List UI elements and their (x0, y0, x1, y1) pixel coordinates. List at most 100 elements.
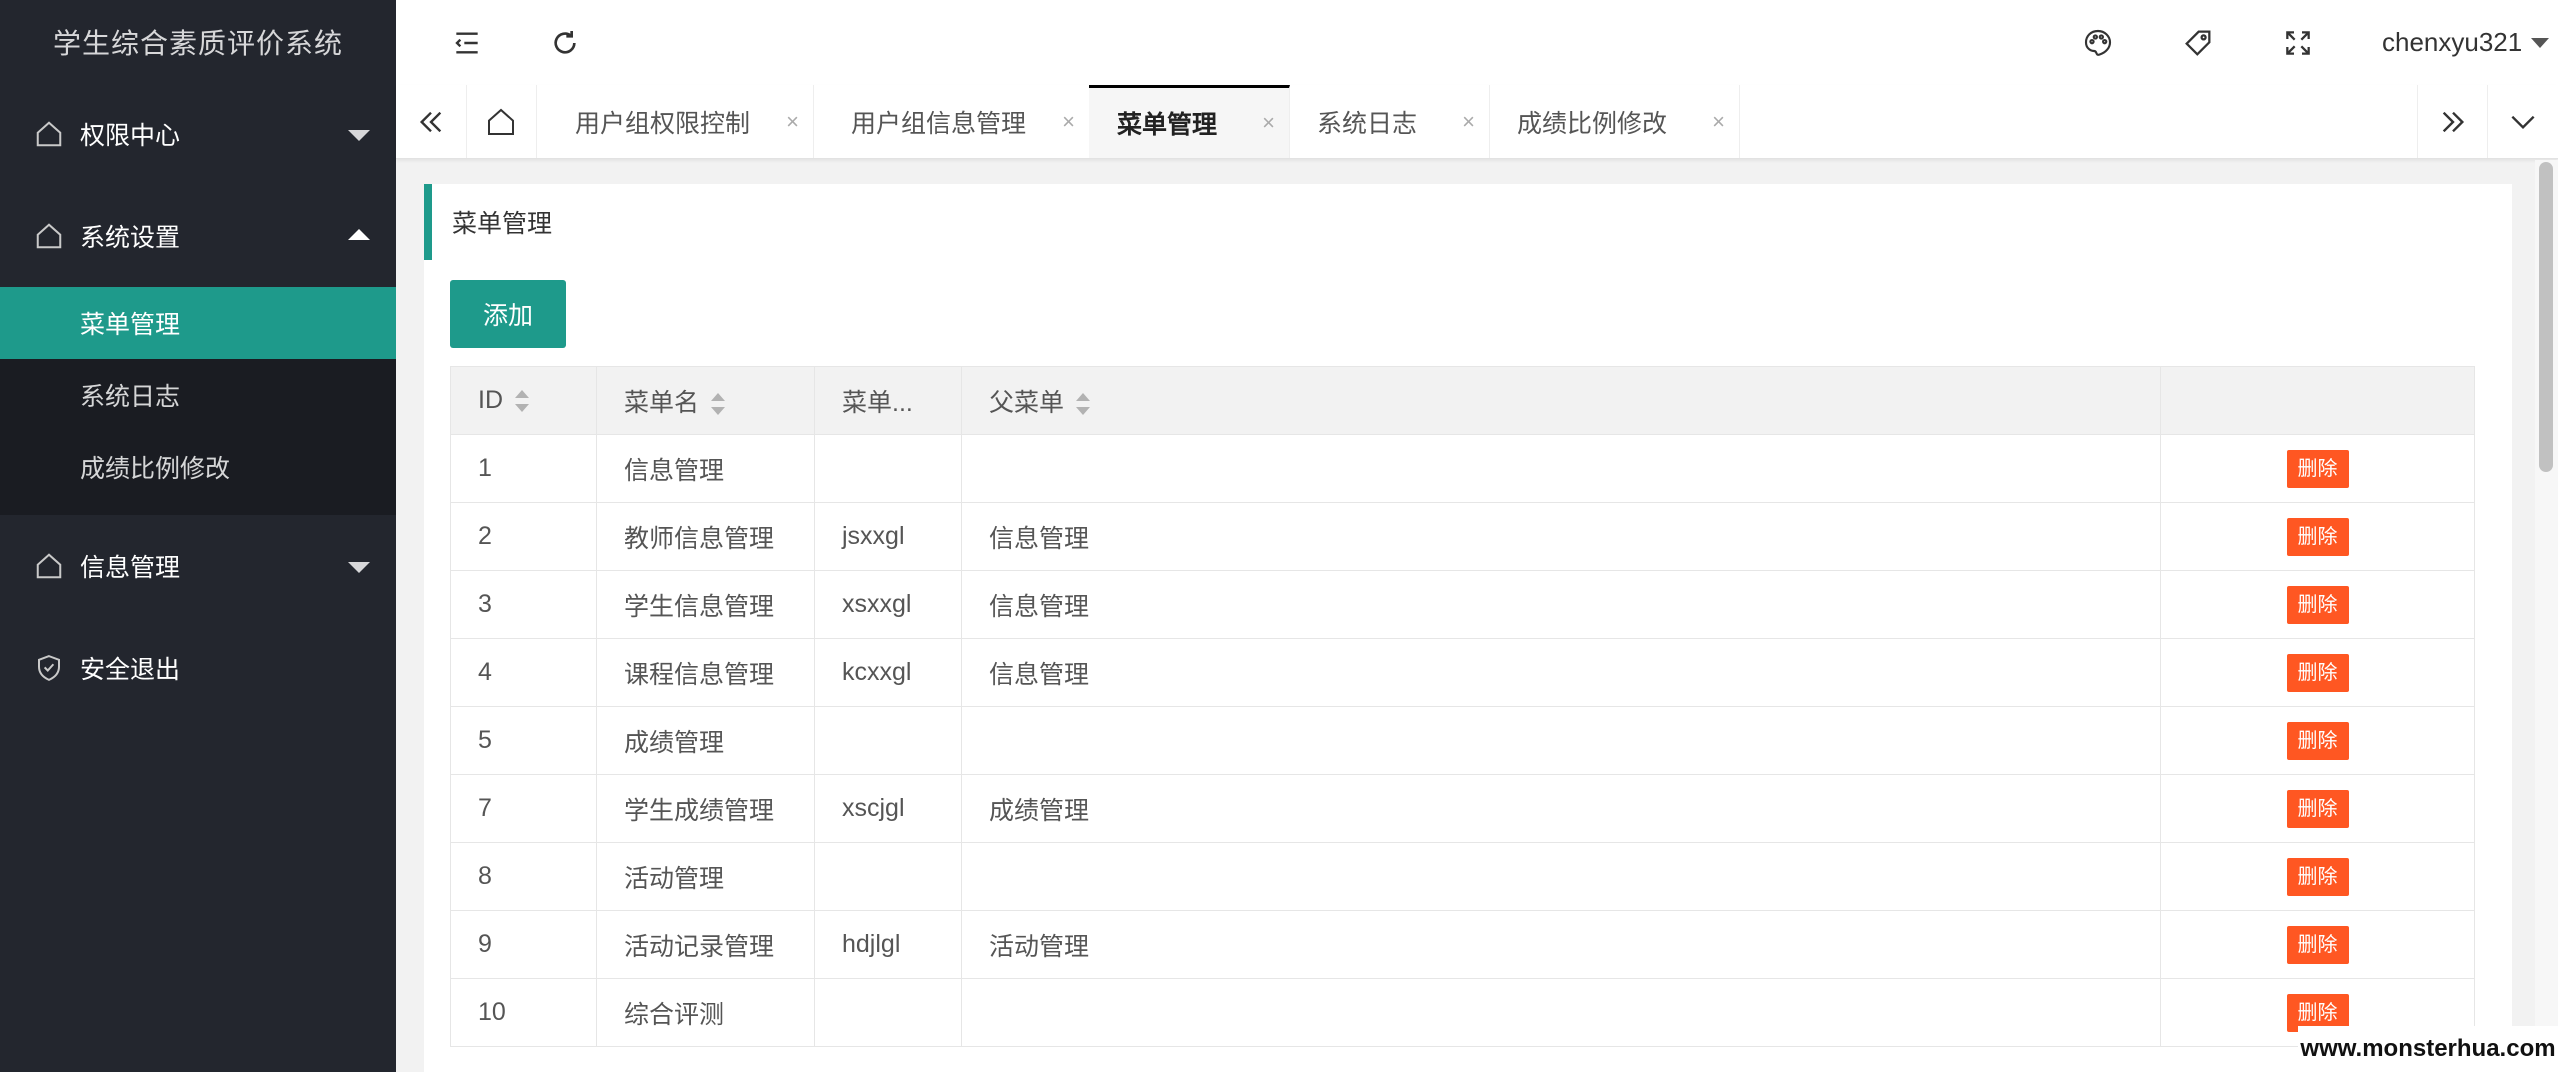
cell-menu-name: 综合评测 (596, 978, 815, 1047)
sort-icon[interactable] (1076, 392, 1091, 415)
delete-button[interactable]: 删除 (2286, 721, 2349, 760)
tabs-scroll-left-icon[interactable] (396, 85, 467, 158)
table-row: 9 活动记录管理 hdjlgl 活动管理 删除 (450, 910, 2475, 979)
sidebar-group-system-settings[interactable]: 系统设置 (0, 185, 396, 287)
sidebar-item-logout[interactable]: 安全退出 (0, 617, 396, 719)
top-header: chenxyu321 (396, 0, 2558, 86)
close-icon[interactable]: × (1462, 109, 1475, 135)
delete-button[interactable]: 删除 (2286, 517, 2349, 556)
tab-system-log[interactable]: 系统日志 × (1289, 85, 1490, 158)
cell-parent-menu: 信息管理 (961, 638, 2161, 707)
delete-button[interactable]: 删除 (2286, 653, 2349, 692)
cell-menu-code: jsxxgl (814, 502, 962, 571)
cell-id: 5 (450, 706, 597, 775)
sidebar-group-label: 权限中心 (80, 122, 181, 150)
tab-label: 系统日志 (1317, 109, 1418, 138)
sidebar-item-label: 系统日志 (80, 383, 181, 411)
tab-user-group-permission[interactable]: 用户组权限控制 × (537, 85, 814, 158)
close-icon[interactable]: × (1062, 109, 1075, 135)
watermark: www.monsterhua.com (2298, 1026, 2558, 1072)
sidebar-item-menu-management[interactable]: 菜单管理 (0, 287, 396, 359)
column-label: 菜单... (842, 388, 913, 417)
cell-menu-code (814, 706, 962, 775)
delete-button[interactable]: 删除 (2286, 925, 2349, 964)
close-icon[interactable]: × (786, 109, 799, 135)
cell-menu-code: xscjgl (814, 774, 962, 843)
tab-label: 用户组信息管理 (851, 109, 1027, 138)
delete-button[interactable]: 删除 (2286, 789, 2349, 828)
cell-id: 3 (450, 570, 597, 639)
sidebar-item-score-ratio[interactable]: 成绩比例修改 (0, 431, 396, 503)
cell-menu-code (814, 434, 962, 503)
column-header-id[interactable]: ID (450, 366, 597, 435)
cell-menu-code: kcxxgl (814, 638, 962, 707)
cell-menu-name: 课程信息管理 (596, 638, 815, 707)
delete-button[interactable]: 删除 (2286, 449, 2349, 488)
cell-actions: 删除 (2160, 774, 2475, 843)
card-body: 添加 ID 菜单名 菜单... 父菜单 1 信息管理 删除 2 教师信息管理 j… (424, 260, 2512, 1072)
tabs-scroll-right-icon[interactable] (2417, 85, 2488, 158)
page-title: 菜单管理 (452, 210, 553, 238)
card-header: 菜单管理 (432, 184, 2512, 261)
table-row: 10 综合评测 删除 (450, 978, 2475, 1047)
sidebar-group-info-management[interactable]: 信息管理 (0, 515, 396, 617)
sidebar-group-label: 系统设置 (80, 224, 181, 252)
username: chenxyu321 (2382, 27, 2523, 57)
column-header-menu-code[interactable]: 菜单... (814, 366, 962, 435)
cell-menu-name: 活动管理 (596, 842, 815, 911)
tag-icon[interactable] (2179, 24, 2217, 62)
cell-menu-code (814, 978, 962, 1047)
sidebar-group-label: 信息管理 (80, 554, 181, 582)
cell-actions: 删除 (2160, 638, 2475, 707)
app-title: 学生综合素质评价系统 (52, 27, 343, 59)
close-icon[interactable]: × (1262, 110, 1275, 136)
table-row: 1 信息管理 删除 (450, 434, 2475, 503)
home-icon (34, 221, 64, 251)
cell-id: 2 (450, 502, 597, 571)
column-header-menu-name[interactable]: 菜单名 (596, 366, 815, 435)
table-row: 2 教师信息管理 jsxxgl 信息管理 删除 (450, 502, 2475, 571)
sort-icon[interactable] (711, 392, 726, 415)
cell-id: 10 (450, 978, 597, 1047)
column-header-actions (2160, 366, 2475, 435)
column-header-parent-menu[interactable]: 父菜单 (961, 366, 2161, 435)
tabs-bar: 用户组权限控制 × 用户组信息管理 × 菜单管理 × 系统日志 × 成绩比例修改… (396, 85, 2558, 159)
close-icon[interactable]: × (1712, 109, 1725, 135)
home-icon (34, 551, 64, 581)
user-menu[interactable]: chenxyu321 (2382, 0, 2558, 85)
sidebar-item-system-log[interactable]: 系统日志 (0, 359, 396, 431)
menu-fold-icon[interactable] (448, 24, 486, 62)
refresh-icon[interactable] (546, 24, 584, 62)
delete-button[interactable]: 删除 (2286, 585, 2349, 624)
sidebar-item-label: 成绩比例修改 (80, 455, 231, 483)
cell-id: 9 (450, 910, 597, 979)
tab-score-ratio[interactable]: 成绩比例修改 × (1489, 85, 1740, 158)
cell-menu-name: 学生成绩管理 (596, 774, 815, 843)
tab-user-group-info[interactable]: 用户组信息管理 × (813, 85, 1090, 158)
cell-menu-code: xsxxgl (814, 570, 962, 639)
cell-menu-code (814, 842, 962, 911)
palette-icon[interactable] (2079, 24, 2117, 62)
vertical-scrollbar[interactable] (2535, 160, 2558, 1072)
tab-home-icon[interactable] (466, 85, 537, 158)
cell-parent-menu (961, 978, 2161, 1047)
cell-parent-menu: 成绩管理 (961, 774, 2161, 843)
cell-menu-name: 教师信息管理 (596, 502, 815, 571)
tab-label: 菜单管理 (1117, 111, 1218, 139)
menu-table: ID 菜单名 菜单... 父菜单 1 信息管理 删除 2 教师信息管理 jsxx… (450, 366, 2475, 1047)
tabs-dropdown-icon[interactable] (2487, 85, 2558, 158)
fullscreen-icon[interactable] (2279, 24, 2317, 62)
delete-button[interactable]: 删除 (2286, 857, 2349, 896)
cell-menu-name: 学生信息管理 (596, 570, 815, 639)
shield-check-icon (34, 653, 64, 683)
sidebar-item-label: 安全退出 (80, 656, 181, 684)
scrollbar-thumb[interactable] (2539, 162, 2553, 472)
caret-up-icon (348, 229, 370, 240)
sort-icon[interactable] (515, 390, 529, 413)
cell-menu-code: hdjlgl (814, 910, 962, 979)
add-button[interactable]: 添加 (450, 280, 566, 348)
tab-menu-management[interactable]: 菜单管理 × (1089, 85, 1290, 158)
cell-actions: 删除 (2160, 842, 2475, 911)
cell-menu-name: 活动记录管理 (596, 910, 815, 979)
sidebar-group-permission-center[interactable]: 权限中心 (0, 83, 396, 185)
